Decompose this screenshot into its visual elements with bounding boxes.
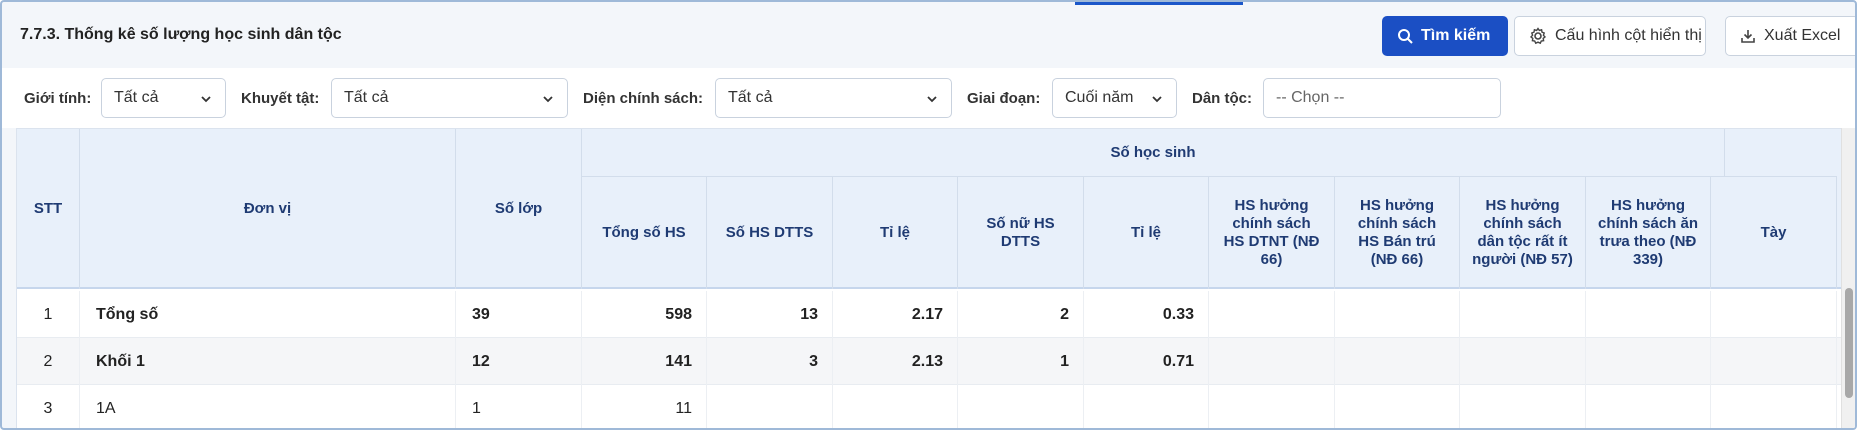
cell-ratio1 <box>833 385 958 428</box>
cell-female <box>958 385 1084 428</box>
cell-ratio1: 2.17 <box>833 291 958 338</box>
filter-bar: Giới tính: Tất cả Khuyết tật: Tất cả Diệ… <box>2 68 1855 128</box>
stats-table: STT Đơn vị Số lớp Số học sinh Tổng số HS… <box>16 128 1855 428</box>
export-excel-button[interactable]: Xuất Excel <box>1725 16 1855 56</box>
disability-label: Khuyết tật: <box>241 90 320 107</box>
policy-select[interactable]: Tất cả <box>715 78 952 118</box>
table-header: STT Đơn vị Số lớp Số học sinh Tổng số HS… <box>17 129 1855 289</box>
search-button[interactable]: Tìm kiếm <box>1382 16 1508 56</box>
cell-empty <box>1711 291 1837 338</box>
export-excel-label: Xuất Excel <box>1764 27 1841 44</box>
ethnic-select-placeholder: -- Chọn -- <box>1276 89 1345 106</box>
cell-empty <box>1335 291 1460 338</box>
col-header-classes[interactable]: Số lớp <box>456 129 582 289</box>
cell-total: 11 <box>582 385 707 428</box>
cell-empty <box>1209 385 1335 428</box>
cell-empty <box>1711 338 1837 385</box>
cell-stt: 2 <box>17 338 80 385</box>
cell-empty <box>1335 338 1460 385</box>
cell-empty <box>1460 291 1586 338</box>
disability-select[interactable]: Tất cả <box>331 78 568 118</box>
cell-empty <box>1711 385 1837 428</box>
col-header-total[interactable]: Tổng số HS <box>582 176 707 289</box>
disability-select-value: Tất cả <box>344 89 389 106</box>
page-title: 7.7.3. Thống kê số lượng học sinh dân tộ… <box>20 26 342 43</box>
stage-label: Giai đoạn: <box>967 90 1041 107</box>
gender-label: Giới tính: <box>24 90 92 107</box>
chevron-down-icon <box>927 96 937 103</box>
cell-female: 1 <box>958 338 1084 385</box>
search-button-label: Tìm kiếm <box>1421 27 1491 44</box>
search-icon <box>1398 29 1413 44</box>
download-icon <box>1741 30 1755 43</box>
chevron-down-icon <box>543 96 553 103</box>
cell-ratio2: 0.33 <box>1084 291 1209 338</box>
table-row[interactable]: 2 Khối 1 12 141 3 2.13 1 0.71 <box>17 338 1855 385</box>
cell-dtts <box>707 385 833 428</box>
cell-unit: Khối 1 <box>80 338 456 385</box>
scrollbar-thumb[interactable] <box>1845 288 1853 398</box>
policy-label: Diện chính sách: <box>583 90 704 107</box>
column-config-button[interactable]: Cấu hình cột hiển thị <box>1514 16 1706 56</box>
table-row[interactable]: 3 1A 1 11 <box>17 385 1855 428</box>
col-header-tay[interactable]: Tày <box>1711 176 1837 289</box>
cell-female: 2 <box>958 291 1084 338</box>
col-header-dtts[interactable]: Số HS DTTS <box>707 176 833 289</box>
col-group-spacer <box>1725 129 1850 176</box>
cell-total: 141 <box>582 338 707 385</box>
chevron-down-icon <box>201 96 211 103</box>
cell-unit: 1A <box>80 385 456 428</box>
cell-dtts: 13 <box>707 291 833 338</box>
vertical-scrollbar[interactable] <box>1841 128 1855 428</box>
gear-icon <box>1529 27 1547 45</box>
cell-empty <box>1586 385 1711 428</box>
cell-stt: 3 <box>17 385 80 428</box>
col-header-dtnt[interactable]: HS hưởng chính sách HS DTNT (NĐ 66) <box>1209 176 1335 289</box>
chevron-down-icon <box>1152 96 1162 103</box>
col-header-unit[interactable]: Đơn vị <box>80 129 456 289</box>
cell-empty <box>1209 291 1335 338</box>
col-header-female-dtts[interactable]: Số nữ HS DTTS <box>958 176 1084 289</box>
cell-classes: 1 <box>456 385 582 428</box>
col-header-ratio1[interactable]: Tỉ lệ <box>833 176 958 289</box>
col-group-students: Số học sinh <box>582 129 1725 176</box>
cell-empty <box>1460 385 1586 428</box>
report-header: 7.7.3. Thống kê số lượng học sinh dân tộ… <box>2 2 1855 68</box>
table-row[interactable]: 1 Tổng số 39 598 13 2.17 2 0.33 <box>17 291 1855 338</box>
policy-select-value: Tất cả <box>728 89 773 106</box>
cell-empty <box>1586 291 1711 338</box>
cell-stt: 1 <box>17 291 80 338</box>
stage-select-value: Cuối năm <box>1065 89 1134 106</box>
cell-empty <box>1586 338 1711 385</box>
gender-select[interactable]: Tất cả <box>101 78 226 118</box>
cell-ratio2 <box>1084 385 1209 428</box>
column-config-label: Cấu hình cột hiển thị <box>1555 27 1702 44</box>
cell-empty <box>1209 338 1335 385</box>
cell-classes: 39 <box>456 291 582 338</box>
ethnic-label: Dân tộc: <box>1192 90 1252 107</box>
col-header-ratio2[interactable]: Tỉ lệ <box>1084 176 1209 289</box>
report-panel: 7.7.3. Thống kê số lượng học sinh dân tộ… <box>0 0 1857 430</box>
col-header-ratitnguoi[interactable]: HS hưởng chính sách dân tộc rất ít người… <box>1460 176 1586 289</box>
cell-unit: Tổng số <box>80 291 456 338</box>
cell-empty <box>1335 385 1460 428</box>
cell-ratio2: 0.71 <box>1084 338 1209 385</box>
cell-ratio1: 2.13 <box>833 338 958 385</box>
col-header-antrua[interactable]: HS hưởng chính sách ăn trưa theo (NĐ 339… <box>1586 176 1711 289</box>
cell-empty <box>1460 338 1586 385</box>
ethnic-select[interactable]: -- Chọn -- <box>1263 78 1501 118</box>
col-header-bantru[interactable]: HS hưởng chính sách HS Bán trú (NĐ 66) <box>1335 176 1460 289</box>
cell-classes: 12 <box>456 338 582 385</box>
col-header-stt[interactable]: STT <box>17 129 80 289</box>
cell-dtts: 3 <box>707 338 833 385</box>
cell-total: 598 <box>582 291 707 338</box>
gender-select-value: Tất cả <box>114 89 159 106</box>
stage-select[interactable]: Cuối năm <box>1052 78 1177 118</box>
